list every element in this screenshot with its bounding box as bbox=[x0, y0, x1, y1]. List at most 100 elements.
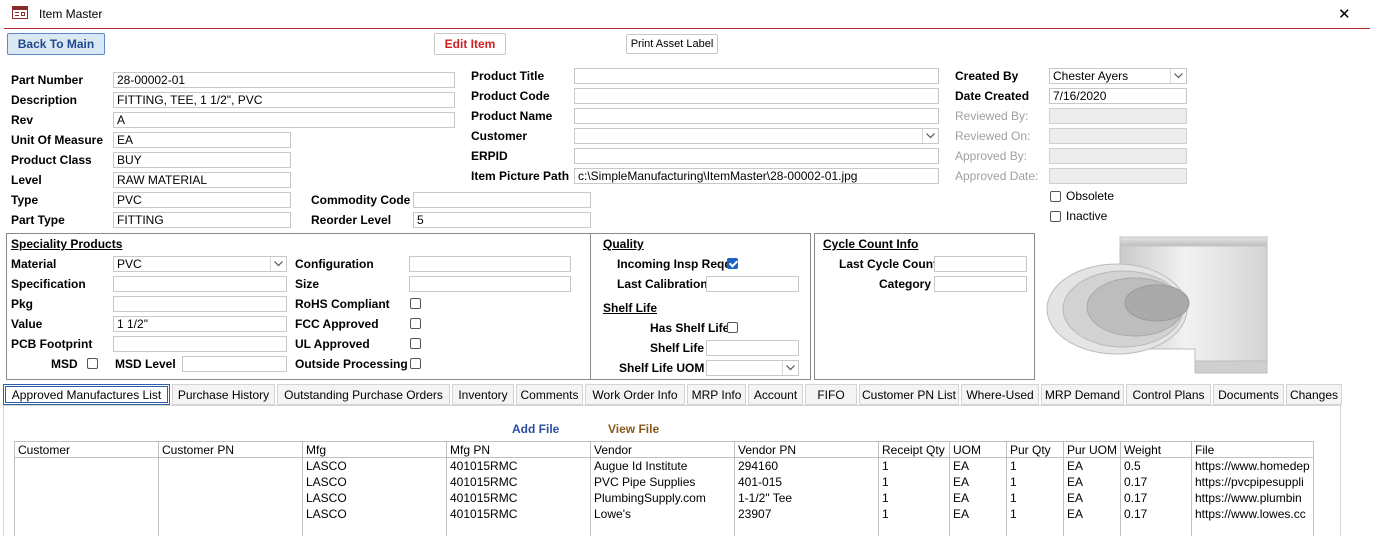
table-cell[interactable]: https://www.lowes.cc bbox=[1191, 506, 1314, 522]
tab-inventory[interactable]: Inventory bbox=[452, 384, 514, 405]
customer-dropdown[interactable] bbox=[574, 128, 939, 144]
table-cell[interactable] bbox=[14, 457, 159, 474]
table-cell[interactable]: https://pvcpipesuppli bbox=[1191, 474, 1314, 490]
table-row[interactable]: LASCO 401015RMC PlumbingSupply.com 1-1/2" T… bbox=[14, 490, 1314, 506]
tab-customer-pn-list[interactable]: Customer PN List bbox=[859, 384, 959, 405]
rev-field[interactable]: A bbox=[113, 112, 455, 128]
chevron-down-icon[interactable] bbox=[1170, 69, 1186, 83]
table-cell[interactable]: 401015RMC bbox=[446, 474, 591, 490]
table-cell[interactable]: 23907 bbox=[734, 506, 879, 522]
tab-account[interactable]: Account bbox=[748, 384, 803, 405]
table-cell[interactable]: 401015RMC bbox=[446, 490, 591, 506]
add-file-link[interactable]: Add File bbox=[512, 422, 559, 436]
table-cell[interactable] bbox=[158, 474, 303, 490]
table-cell[interactable]: 1 bbox=[878, 506, 950, 522]
column-header[interactable]: UOM bbox=[949, 441, 1007, 458]
tab-approved-manufactures-list[interactable]: Approved Manufactures List bbox=[3, 384, 170, 405]
table-cell[interactable]: 1 bbox=[878, 474, 950, 490]
item-picture-path-field[interactable]: c:\SimpleManufacturing\ItemMaster\28-000… bbox=[574, 168, 939, 184]
ul-checkbox[interactable] bbox=[410, 338, 421, 349]
table-cell[interactable]: LASCO bbox=[302, 506, 447, 522]
tab-documents[interactable]: Documents bbox=[1213, 384, 1284, 405]
table-cell[interactable]: EA bbox=[949, 474, 1007, 490]
product-class-field[interactable]: BUY bbox=[113, 152, 291, 168]
table-cell[interactable]: 1-1/2" Tee bbox=[734, 490, 879, 506]
column-header[interactable]: Weight bbox=[1120, 441, 1192, 458]
pcb-footprint-field[interactable] bbox=[113, 336, 287, 352]
table-row[interactable]: LASCO 401015RMC PVC Pipe Supplies 401-015 1 E… bbox=[14, 474, 1314, 490]
obsolete-checkbox[interactable] bbox=[1050, 191, 1061, 202]
configuration-field[interactable] bbox=[409, 256, 571, 272]
incoming-insp-checkbox[interactable] bbox=[727, 258, 738, 269]
table-cell[interactable]: LASCO bbox=[302, 474, 447, 490]
chevron-down-icon[interactable] bbox=[782, 361, 798, 375]
print-asset-label-button[interactable]: Print Asset Label bbox=[626, 34, 718, 54]
table-cell[interactable] bbox=[158, 490, 303, 506]
inactive-checkbox[interactable] bbox=[1050, 211, 1061, 222]
table-cell[interactable]: EA bbox=[1063, 490, 1121, 506]
table-cell[interactable]: https://www.homedep bbox=[1191, 457, 1314, 474]
part-number-field[interactable]: 28-00002-01 bbox=[113, 72, 455, 88]
chevron-down-icon[interactable] bbox=[270, 257, 286, 271]
tab-work-order-info[interactable]: Work Order Info bbox=[585, 384, 685, 405]
table-cell[interactable]: LASCO bbox=[302, 457, 447, 474]
table-cell[interactable] bbox=[14, 474, 159, 490]
table-cell[interactable]: 401015RMC bbox=[446, 506, 591, 522]
product-title-field[interactable] bbox=[574, 68, 939, 84]
table-cell[interactable]: EA bbox=[1063, 457, 1121, 474]
has-shelf-life-checkbox[interactable] bbox=[727, 322, 738, 333]
rohs-checkbox[interactable] bbox=[410, 298, 421, 309]
column-header[interactable]: Vendor bbox=[590, 441, 735, 458]
msd-level-field[interactable] bbox=[182, 356, 287, 372]
table-cell[interactable]: 1 bbox=[1006, 457, 1064, 474]
table-cell[interactable]: 1 bbox=[878, 490, 950, 506]
close-icon[interactable]: ✕ bbox=[1338, 5, 1351, 23]
table-cell[interactable]: 1 bbox=[1006, 474, 1064, 490]
table-cell[interactable]: 0.17 bbox=[1120, 490, 1192, 506]
table-cell[interactable]: PlumbingSupply.com bbox=[590, 490, 735, 506]
shelf-life-uom-dropdown[interactable] bbox=[706, 360, 799, 376]
product-name-field[interactable] bbox=[574, 108, 939, 124]
specification-field[interactable] bbox=[113, 276, 287, 292]
reorder-level-field[interactable]: 5 bbox=[413, 212, 591, 228]
column-header[interactable]: Pur Qty bbox=[1006, 441, 1064, 458]
back-to-main-button[interactable]: Back To Main bbox=[7, 33, 105, 55]
table-cell[interactable]: LASCO bbox=[302, 490, 447, 506]
table-cell[interactable]: Augue Id Institute bbox=[590, 457, 735, 474]
column-header[interactable]: Mfg bbox=[302, 441, 447, 458]
last-calibration-field[interactable] bbox=[706, 276, 799, 292]
edit-item-button[interactable]: Edit Item bbox=[434, 33, 506, 55]
tab-mrp-demand[interactable]: MRP Demand bbox=[1041, 384, 1124, 405]
column-header[interactable]: File bbox=[1191, 441, 1314, 458]
shelf-life-field[interactable] bbox=[706, 340, 799, 356]
table-cell[interactable]: https://www.plumbin bbox=[1191, 490, 1314, 506]
date-created-field[interactable]: 7/16/2020 bbox=[1049, 88, 1187, 104]
outside-processing-checkbox[interactable] bbox=[410, 358, 421, 369]
type-field[interactable]: PVC bbox=[113, 192, 291, 208]
pkg-field[interactable] bbox=[113, 296, 287, 312]
fcc-checkbox[interactable] bbox=[410, 318, 421, 329]
table-cell[interactable] bbox=[14, 506, 159, 522]
category-field[interactable] bbox=[934, 276, 1027, 292]
tab-fifo[interactable]: FIFO bbox=[805, 384, 857, 405]
value-field[interactable]: 1 1/2" bbox=[113, 316, 287, 332]
table-cell[interactable]: Lowe's bbox=[590, 506, 735, 522]
table-cell[interactable] bbox=[14, 490, 159, 506]
erpid-field[interactable] bbox=[574, 148, 939, 164]
tab-control-plans[interactable]: Control Plans bbox=[1126, 384, 1211, 405]
table-cell[interactable]: EA bbox=[1063, 506, 1121, 522]
tab-outstanding-purchase-orders[interactable]: Outstanding Purchase Orders bbox=[277, 384, 450, 405]
table-cell[interactable]: 401015RMC bbox=[446, 457, 591, 474]
part-type-field[interactable]: FITTING bbox=[113, 212, 291, 228]
column-header[interactable]: Vendor PN bbox=[734, 441, 879, 458]
uom-field[interactable]: EA bbox=[113, 132, 291, 148]
tab-purchase-history[interactable]: Purchase History bbox=[172, 384, 275, 405]
table-row[interactable]: LASCO 401015RMC Lowe's 23907 1 EA 1 EA 0.17 https… bbox=[14, 506, 1314, 522]
table-cell[interactable]: EA bbox=[949, 506, 1007, 522]
table-cell[interactable]: EA bbox=[949, 490, 1007, 506]
table-cell[interactable]: 0.17 bbox=[1120, 506, 1192, 522]
column-header[interactable]: Customer PN bbox=[158, 441, 303, 458]
column-header[interactable]: Mfg PN bbox=[446, 441, 591, 458]
level-field[interactable]: RAW MATERIAL bbox=[113, 172, 291, 188]
column-header[interactable]: Receipt Qty bbox=[878, 441, 950, 458]
